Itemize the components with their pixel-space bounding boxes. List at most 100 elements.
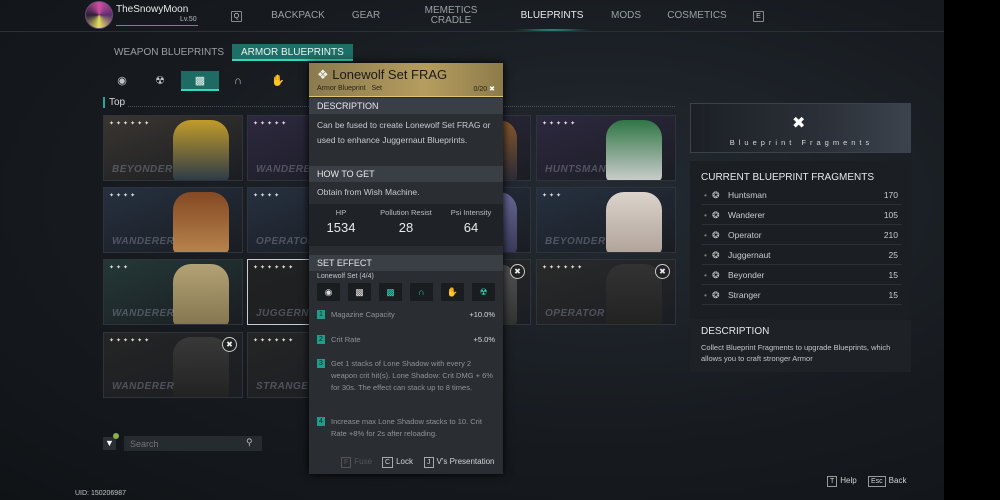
top-bar: TheSnowyMoon Lv.50 Q BACKPACK GEAR MEMET… [0, 0, 944, 32]
description-text: Collect Blueprint Fragments to upgrade B… [701, 343, 891, 363]
rarity-stars: ✦✦✦✦✦✦ [109, 121, 152, 127]
effect-number: 1 [317, 310, 325, 319]
nav-gear[interactable]: GEAR [352, 11, 380, 21]
tooltip-type-text: Armor Blueprint [317, 85, 366, 92]
nav-backpack[interactable]: BACKPACK [271, 11, 325, 21]
blueprint-card[interactable]: ✦✦✦✦✦✦ OPERATOR ✖ [536, 259, 676, 325]
blueprint-card[interactable]: ✦✦✦✦ WANDERER [103, 187, 243, 253]
nav-blueprints[interactable]: BLUEPRINTS [521, 11, 584, 21]
bullet: • [704, 250, 707, 260]
blueprint-card[interactable]: ✦✦✦✦✦✦ BEYONDER [103, 115, 243, 181]
faction-icon: ❂ [712, 250, 720, 260]
active-tab-indicator [512, 29, 592, 31]
set-name: Lonewolf Set (4/4) [317, 273, 374, 280]
presentation-button[interactable]: J V's Presentation [424, 457, 495, 468]
fragment-name: Huntsman [728, 190, 767, 200]
description-header: DESCRIPTION [701, 326, 770, 337]
gloves-icon[interactable]: ✋ [259, 71, 297, 91]
description-text: Can be fused to create Lonewolf Set FRAG… [317, 120, 491, 145]
faction-icon: ❂ [712, 230, 720, 240]
player-uid: UID: 150206987 [75, 490, 126, 497]
next-tab-key[interactable]: E [753, 11, 764, 22]
filter-icon[interactable]: ▼ [103, 437, 116, 450]
armor-image [173, 192, 229, 252]
search-input[interactable] [124, 436, 262, 451]
fragment-row: • ❂ Operator 210 [702, 225, 902, 245]
tab-armor-blueprints[interactable]: ARMOR BLUEPRINTS [232, 44, 353, 61]
set-effect-1: 1 Magazine Capacity +10.0% [317, 309, 499, 321]
tab-weapon-blueprints[interactable]: WEAPON BLUEPRINTS [105, 44, 233, 61]
button-label: Back [888, 476, 907, 485]
blueprint-card[interactable]: ✦✦✦ BEYONDER [536, 187, 676, 253]
search-icon[interactable]: ⚲ [246, 437, 253, 448]
fragment-name: Beyonder [728, 270, 765, 280]
rarity-stars: ✦✦✦✦✦ [542, 121, 578, 127]
fragments-header: CURRENT BLUEPRINT FRAGMENTS [701, 172, 874, 183]
mask-icon[interactable]: ☢ [141, 71, 179, 91]
card-class-label: HUNTSMAN [545, 164, 607, 175]
pants-icon[interactable]: ∩ [219, 71, 257, 91]
blueprint-fragments-banner[interactable]: ✖ Blueprint Fragments [690, 103, 911, 153]
blueprint-card[interactable]: ✦✦✦ WANDERER [103, 259, 243, 325]
rarity-stars: ✦✦✦✦✦✦ [253, 265, 296, 271]
lock-icon: ✖ [510, 264, 525, 279]
armor-image [606, 192, 662, 252]
prev-tab-key[interactable]: Q [231, 11, 242, 22]
back-button[interactable]: Esc Back [868, 476, 906, 487]
fragment-count: 170 [883, 190, 898, 200]
fragment-count: 15 [888, 270, 898, 280]
nav-cosmetics[interactable]: COSMETICS [667, 11, 726, 21]
fragment-count: 15 [888, 290, 898, 300]
rarity-stars: ✦✦✦✦✦ [253, 121, 289, 127]
set-effect-header: SET EFFECT [309, 255, 503, 271]
faction-icon: ❂ [712, 290, 720, 300]
top-icon[interactable]: ▩ [181, 71, 219, 91]
card-class-label: BEYONDER [112, 164, 173, 175]
tooltip-title: ❖ Lonewolf Set FRAG [317, 67, 447, 83]
fragment-row: • ❂ Wanderer 105 [702, 205, 902, 225]
faction-icon: ❂ [712, 270, 720, 280]
help-button[interactable]: T Help [827, 476, 857, 487]
how-to-get-header: HOW TO GET [309, 166, 503, 182]
set-effect-4: 4 Increase max Lone Shadow stacks to 10. … [317, 416, 499, 440]
fragment-icon: ❖ [317, 67, 333, 82]
set-effect-2: 2 Crit Rate +5.0% [317, 334, 499, 346]
tooltip-count-text: 0/20 [473, 86, 488, 93]
rarity-stars: ✦✦✦✦✦✦ [253, 338, 296, 344]
fragment-count: 25 [888, 250, 898, 260]
player-name: TheSnowyMoon [116, 4, 189, 15]
bullet: • [704, 190, 707, 200]
blueprint-tooltip: ❖ Lonewolf Set FRAG Armor Blueprint Set … [309, 63, 503, 474]
puzzle-icon: ✖ [489, 86, 495, 93]
tooltip-tag: Set [371, 85, 382, 92]
fragment-row: • ❂ Juggernaut 25 [702, 245, 902, 265]
button-label: Fuse [354, 457, 373, 466]
description-header: DESCRIPTION [309, 98, 503, 114]
bullet: • [704, 210, 707, 220]
fuse-button[interactable]: F Fuse [341, 457, 372, 468]
tooltip-type: Armor Blueprint Set [317, 85, 382, 92]
avatar[interactable] [85, 1, 113, 29]
effect-number: 2 [317, 335, 325, 344]
blueprint-card[interactable]: ✦✦✦✦✦ HUNTSMAN [536, 115, 676, 181]
card-class-label: WANDERER [112, 308, 175, 319]
rarity-stars: ✦✦✦✦✦✦ [109, 338, 152, 344]
card-class-label: WANDERER [112, 236, 175, 247]
blueprint-card[interactable]: ✦✦✦✦✦✦ WANDERER ✖ [103, 332, 243, 398]
rarity-stars: ✦✦✦ [542, 193, 564, 199]
button-label: Lock [396, 457, 413, 466]
xp-bar [116, 25, 198, 26]
armor-image [173, 120, 229, 180]
stat-value: 1534 [326, 220, 356, 235]
stat-value: 64 [463, 220, 479, 235]
nav-memetics-cradle[interactable]: MEMETICS CRADLE [416, 6, 486, 26]
bullet: • [704, 230, 707, 240]
helmet-icon[interactable]: ◉ [103, 71, 141, 91]
player-level: Lv.50 [180, 16, 197, 23]
fragment-count: 105 [883, 210, 898, 220]
gloves-icon: ✋ [441, 283, 464, 301]
stats-panel: HP 1534 Pollution Resist 28 Psi Intensity 6… [309, 204, 503, 246]
key-hint: F [341, 457, 352, 468]
lock-button[interactable]: C Lock [382, 457, 413, 468]
nav-mods[interactable]: MODS [611, 11, 641, 21]
